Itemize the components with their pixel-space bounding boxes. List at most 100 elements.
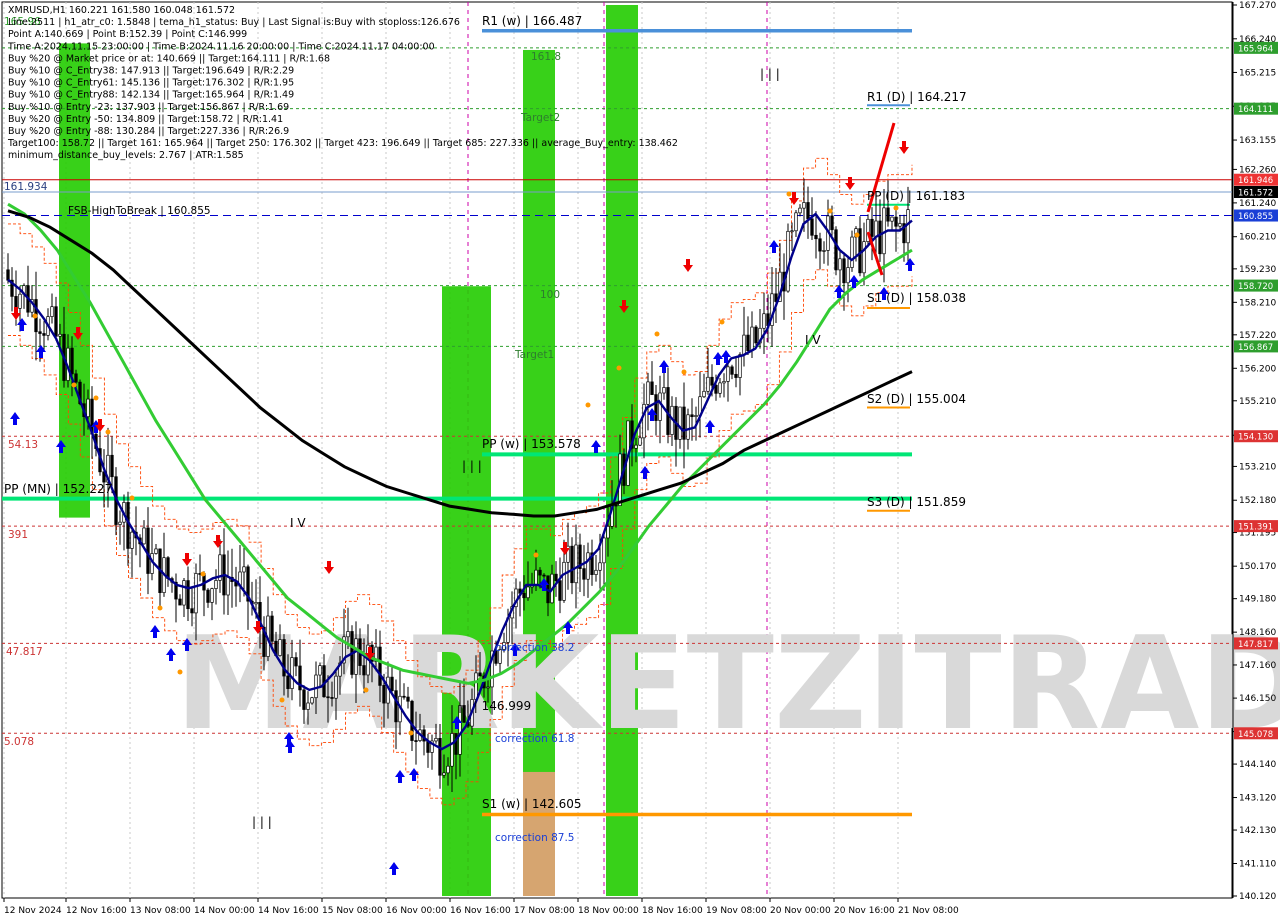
x-tick-label: 20 Nov 16:00	[834, 906, 895, 916]
candle-body	[734, 373, 738, 378]
target-label: Target1	[514, 349, 554, 361]
y-tick-label: 156.200	[1239, 364, 1276, 374]
candle-body	[226, 576, 230, 596]
candle-body	[794, 212, 798, 232]
y-tick-label: 155.210	[1239, 397, 1276, 407]
candle-body	[390, 676, 394, 692]
info-line: Buy %10 @ C_Entry88: 142.134 || Target:1…	[8, 90, 294, 101]
x-tick-label: 14 Nov 00:00	[194, 906, 255, 916]
candle-body	[178, 598, 182, 606]
info-line: XMRUSD,H1 160.221 161.580 160.048 161.57…	[8, 5, 235, 16]
target-label: Target2	[520, 112, 560, 124]
candle-body	[254, 602, 258, 605]
star-marker-icon	[93, 395, 99, 401]
left-label: 5.078	[4, 736, 34, 748]
wave-label: I V	[290, 516, 306, 530]
candle-body	[586, 552, 590, 580]
chart-window[interactable]: MARKETZITRADE R1 (w) | 166.487 R1 (D) | 1…	[0, 0, 1280, 920]
y-tick-label: 143.120	[1239, 794, 1276, 804]
star-marker-icon	[786, 191, 792, 197]
candle-body	[702, 390, 706, 398]
time-axis[interactable]: 12 Nov 2024 12 Nov 16:00 13 Nov 08:00 14 No…	[3, 898, 959, 916]
star-marker-icon	[32, 313, 38, 319]
correction-label: correction 61.8	[495, 733, 574, 745]
candle-body	[362, 665, 366, 676]
candle-body	[570, 545, 574, 584]
candle-body	[334, 675, 338, 699]
candle-body	[542, 574, 546, 577]
candle-body	[54, 306, 58, 337]
candle-body	[722, 381, 726, 384]
candle-body	[446, 765, 450, 774]
info-line: Line:2511 | h1_atr_c0: 1.5848 | tema_h1_…	[8, 17, 460, 28]
candle-body	[270, 615, 274, 642]
candle-body	[890, 216, 894, 222]
candle-body	[850, 236, 854, 268]
candle-body	[894, 216, 898, 227]
candle-body	[830, 215, 834, 231]
candle-body	[286, 675, 290, 689]
candle-body	[402, 695, 406, 698]
candle-body	[798, 207, 802, 214]
x-tick-label: 21 Nov 08:00	[898, 906, 959, 916]
y-tick-label: 152.180	[1239, 496, 1276, 506]
star-marker-icon	[129, 495, 135, 501]
x-tick-label: 12 Nov 16:00	[66, 906, 127, 916]
candle-body	[190, 608, 194, 614]
x-tick-label: 13 Nov 08:00	[130, 906, 191, 916]
candle-body	[694, 415, 698, 418]
price-tag-label: 161.946	[1238, 176, 1273, 186]
x-tick-label: 19 Nov 08:00	[706, 906, 767, 916]
candle-body	[486, 686, 490, 689]
x-tick-label: 18 Nov 16:00	[642, 906, 703, 916]
candle-body	[814, 234, 818, 240]
candle-body	[214, 580, 218, 589]
candle-body	[538, 569, 542, 576]
info-line: Buy %10 @ C_Entry38: 147.913 || Target:1…	[8, 66, 294, 77]
star-marker-icon	[279, 697, 285, 703]
price-axis[interactable]: 167.270166.240165.215164.185163.155162.2…	[1232, 1, 1278, 902]
y-tick-label: 153.210	[1239, 462, 1276, 472]
price-chart[interactable]: MARKETZITRADE R1 (w) | 166.487 R1 (D) | 1…	[0, 0, 1280, 920]
x-tick-label: 15 Nov 08:00	[322, 906, 383, 916]
y-tick-label: 165.215	[1239, 68, 1276, 78]
candle-body	[50, 306, 54, 317]
candle-body	[690, 414, 694, 418]
left-label: 47.817	[6, 646, 43, 658]
star-marker-icon	[893, 205, 899, 211]
candle-body	[710, 376, 714, 386]
y-tick-label: 148.160	[1239, 628, 1276, 638]
candle-body	[86, 398, 90, 418]
fsb-label: FSB-HighToBreak | 160.855	[68, 205, 211, 217]
candle-body	[194, 573, 198, 614]
price-tag-label: 160.855	[1238, 212, 1273, 222]
candle-body	[634, 444, 638, 449]
candle-body	[74, 373, 78, 383]
candle-body	[834, 229, 838, 271]
x-tick-label: 18 Nov 00:00	[578, 906, 639, 916]
price-tag-label: 151.391	[1238, 523, 1273, 533]
candle-body	[154, 548, 158, 554]
candle-body	[450, 733, 454, 767]
candle-body	[414, 740, 418, 742]
candle-body	[650, 381, 654, 395]
candle-body	[14, 296, 18, 309]
s1-daily-label: S1 (D) | 158.038	[867, 291, 966, 305]
y-tick-label: 158.210	[1239, 298, 1276, 308]
left-label: 391	[8, 529, 28, 541]
correction-label: correction 38.2	[495, 642, 574, 654]
candle-body	[686, 414, 690, 440]
candle-body	[42, 333, 46, 336]
star-marker-icon	[105, 429, 111, 435]
info-line: minimum_distance_buy_levels: 2.767 | ATR…	[8, 150, 244, 161]
s1-weekly-label: S1 (w) | 142.605	[482, 797, 582, 811]
candle-body	[562, 561, 566, 601]
r1-daily-label: R1 (D) | 164.217	[867, 90, 967, 104]
candle-body	[314, 674, 318, 699]
candle-body	[554, 573, 558, 582]
candle-body	[574, 544, 578, 584]
candle-body	[606, 525, 610, 539]
price-tag-label: 158.720	[1238, 282, 1273, 292]
candle-body	[474, 672, 478, 700]
candle-body	[706, 376, 710, 392]
